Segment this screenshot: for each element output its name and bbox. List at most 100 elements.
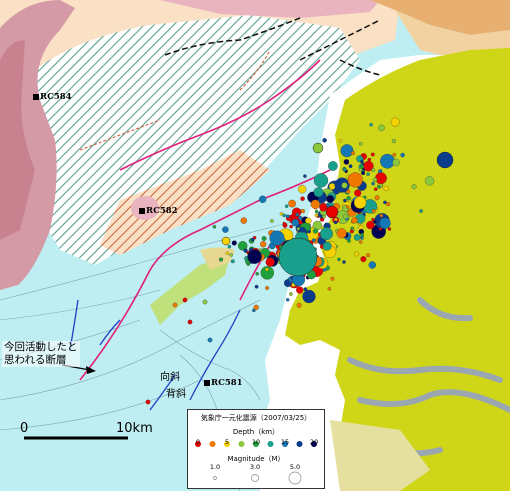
fault-annotation-line: 思われる断層 (4, 354, 67, 366)
epicenter-marker (231, 240, 237, 246)
epicenter-marker (212, 225, 217, 229)
legend-title: 気象庁一元化震源（2007/03/25） (200, 414, 312, 422)
epicenter-marker (337, 257, 341, 262)
epicenter-marker (207, 337, 213, 343)
epicenter-marker (296, 302, 302, 308)
depth-color-dot (267, 441, 274, 447)
epicenter-marker (187, 319, 193, 325)
epicenter-marker (302, 289, 316, 304)
epicenter-marker (288, 199, 296, 208)
depth-color-dot (209, 441, 216, 447)
epicenter-marker (390, 117, 400, 127)
syncline-label: 向斜 (160, 372, 180, 383)
epicenter-marker (240, 217, 248, 224)
epicenter-marker (291, 218, 300, 227)
epicenter-marker (379, 183, 383, 188)
epicenter-marker (295, 212, 299, 217)
scale-ten-label: 10km (116, 421, 153, 436)
epicenter-marker (270, 219, 274, 223)
epicenter-marker-major (278, 237, 318, 277)
magnitude-tick: 1.0 (209, 463, 221, 471)
epicenter-marker (358, 240, 363, 244)
epicenter-marker (312, 220, 323, 231)
epicenter-marker (366, 220, 375, 230)
epicenter-marker (314, 213, 319, 218)
magnitude-circle-medium (251, 474, 259, 482)
epicenter-marker (379, 217, 391, 229)
epicenter-marker (358, 141, 363, 146)
epicenter-marker (218, 257, 224, 262)
epicenter-marker (222, 226, 229, 233)
epicenter-marker (328, 161, 338, 171)
epicenter-marker (250, 237, 255, 242)
epicenter-marker (261, 236, 267, 241)
legend-depth-label: Depth（km） (232, 428, 280, 436)
epicenter-marker (269, 230, 285, 246)
epicenter-marker (298, 185, 307, 194)
epicenter-marker (265, 286, 270, 290)
epicenter-marker (346, 195, 351, 201)
epicenter-marker (372, 177, 378, 182)
depth-tick: 5 (224, 438, 230, 446)
station-label: RC581 (211, 378, 243, 388)
epicenter-marker (343, 159, 350, 165)
epicenter-marker (366, 253, 371, 258)
epicenter-marker (182, 297, 188, 303)
epicenter-marker (385, 201, 391, 207)
epicenter-marker (387, 227, 392, 231)
magnitude-tick: 3.0 (249, 463, 261, 471)
magnitude-tick: 5.0 (289, 463, 301, 471)
fault-annotation-line: 今回活動したと (4, 341, 78, 353)
epicenter-marker (327, 287, 332, 291)
epicenter-marker (342, 167, 347, 172)
epicenter-marker (411, 184, 417, 190)
epicenter-marker-major (221, 236, 231, 246)
depth-color-dot (238, 441, 245, 447)
depth-tick: 0 (195, 438, 201, 446)
epicenter-marker-major (312, 142, 324, 154)
epicenter-marker (391, 138, 397, 144)
station-rc584: RC584 (33, 92, 72, 102)
epicenter-marker (254, 284, 259, 289)
epicenter-marker (296, 286, 304, 294)
epicenter-marker (379, 213, 384, 218)
epicenter-marker (341, 182, 348, 189)
epicenter-marker (202, 299, 208, 305)
epicenter-marker (282, 221, 287, 226)
epicenter-marker (310, 199, 320, 209)
epicenter-marker (320, 227, 333, 241)
depth-tick: 15 (280, 438, 290, 446)
epicenter-marker (345, 205, 350, 209)
epicenter-marker (368, 261, 377, 269)
epicenter-marker (253, 304, 259, 311)
epicenter-marker (145, 399, 151, 405)
epicenter-marker (172, 302, 178, 308)
station-rc581: RC581 (204, 378, 243, 388)
epicenter-marker (282, 213, 287, 218)
epicenter-marker (225, 251, 230, 256)
depth-color-dot (296, 441, 303, 447)
epicenter-marker (348, 164, 353, 169)
epicenter-marker (419, 209, 423, 213)
epicenter-marker (260, 241, 267, 248)
station-label: RC582 (146, 206, 178, 216)
epicenter-marker (367, 157, 372, 162)
epicenter-marker (330, 276, 335, 281)
epicenter-marker (360, 256, 367, 263)
depth-tick: 10 (251, 438, 261, 446)
epicenter-marker (340, 144, 354, 158)
epicenter-marker (354, 251, 360, 257)
epicenter-marker-major (325, 205, 339, 219)
epicenter-marker (303, 174, 307, 178)
scale-zero-label: 0 (20, 421, 29, 436)
epicenter-marker (369, 122, 373, 127)
epicenter-marker (265, 257, 275, 267)
epicenter-marker (353, 196, 367, 209)
epicenter-marker (300, 208, 305, 214)
epicenter-marker (354, 189, 362, 197)
epicenter-marker (314, 209, 319, 214)
epicenter-marker (360, 164, 365, 169)
epicenter-marker (366, 172, 370, 176)
epicenter-marker (258, 195, 267, 204)
fault-annotation: 今回活動したと 思われる断層 (2, 341, 80, 367)
